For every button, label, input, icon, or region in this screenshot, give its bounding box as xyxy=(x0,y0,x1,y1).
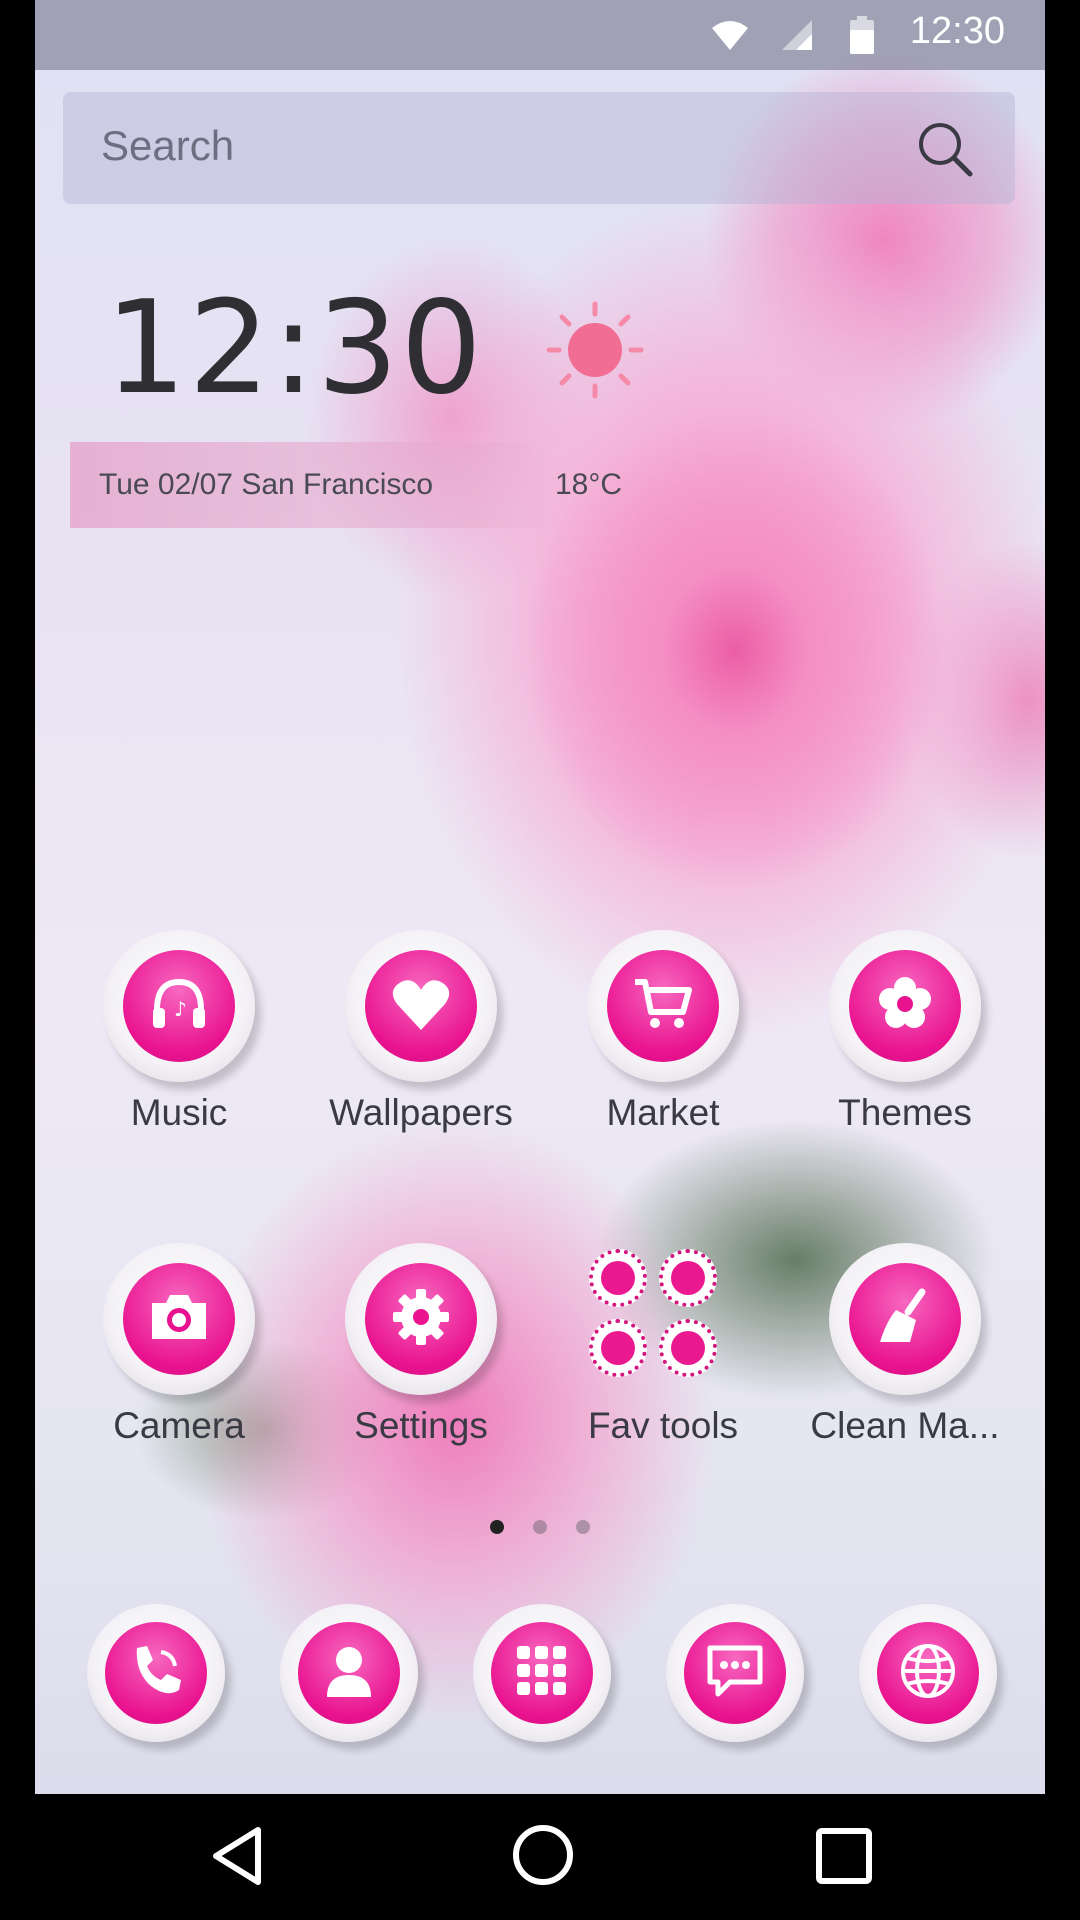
app-label: Settings xyxy=(354,1405,488,1446)
app-themes[interactable]: Themes xyxy=(795,930,1015,1134)
headphones-icon: ♪ xyxy=(147,972,211,1040)
folder-mini-icon xyxy=(589,1319,647,1377)
dock-contacts[interactable] xyxy=(280,1604,418,1742)
folder-mini-icon xyxy=(659,1249,717,1307)
app-fav-tools[interactable]: Fav tools xyxy=(553,1243,773,1447)
wifi-icon xyxy=(710,18,750,56)
dock-browser[interactable] xyxy=(859,1604,997,1742)
sun-icon[interactable] xyxy=(545,300,645,404)
messages-icon xyxy=(706,1644,764,1702)
music-bubble[interactable]: ♪ xyxy=(103,930,255,1082)
app-wallpapers[interactable]: Wallpapers xyxy=(311,930,531,1134)
gear-icon xyxy=(390,1286,452,1352)
browser-icon xyxy=(899,1642,957,1704)
search-bar[interactable]: Search xyxy=(63,92,1015,204)
market-bubble[interactable] xyxy=(587,930,739,1082)
app-camera[interactable]: Camera xyxy=(69,1243,289,1447)
app-drawer-icon xyxy=(515,1644,569,1702)
cart-icon xyxy=(633,976,693,1036)
folder-icon[interactable] xyxy=(587,1243,739,1395)
dock-messages[interactable] xyxy=(666,1604,804,1742)
battery-icon xyxy=(850,16,874,58)
app-label: Camera xyxy=(113,1405,245,1446)
app-market[interactable]: Market xyxy=(553,930,773,1134)
app-label: Themes xyxy=(838,1092,972,1133)
clean-bubble[interactable] xyxy=(829,1243,981,1395)
search-icon[interactable] xyxy=(915,119,975,183)
app-label: Fav tools xyxy=(587,1405,739,1446)
app-label: Clean Ma... xyxy=(810,1405,1000,1446)
recents-icon[interactable] xyxy=(814,1826,874,1890)
app-settings[interactable]: Settings xyxy=(311,1243,531,1447)
page-indicator-dot[interactable] xyxy=(533,1520,547,1534)
app-clean-master[interactable]: Clean Ma... xyxy=(795,1243,1015,1447)
camera-icon xyxy=(148,1291,210,1347)
status-bar: 12:30 xyxy=(35,0,1045,70)
status-time: 12:30 xyxy=(909,10,1005,52)
themes-bubble[interactable] xyxy=(829,930,981,1082)
camera-bubble[interactable] xyxy=(103,1243,255,1395)
dock-phone[interactable] xyxy=(87,1604,225,1742)
flower-icon xyxy=(875,974,935,1038)
page-indicator-dot[interactable] xyxy=(576,1520,590,1534)
date-location: Tue 02/07 San Francisco xyxy=(99,468,434,501)
app-label: Market xyxy=(606,1092,720,1133)
search-input[interactable]: Search xyxy=(101,122,234,170)
folder-mini-icon xyxy=(659,1319,717,1377)
home-icon[interactable] xyxy=(510,1822,576,1892)
contacts-icon xyxy=(321,1643,377,1703)
phone-icon xyxy=(127,1642,185,1704)
home-screen: 12:30 Search 12:30 Tue 02/07 San Francis… xyxy=(35,0,1045,1794)
heart-icon xyxy=(391,976,451,1036)
clock-time[interactable]: 12:30 xyxy=(105,285,484,413)
navigation-bar xyxy=(0,1794,1080,1920)
page-indicator-dot-active[interactable] xyxy=(490,1520,504,1534)
temperature: 18°C xyxy=(555,468,623,501)
dock-app-drawer[interactable] xyxy=(473,1604,611,1742)
folder-mini-icon xyxy=(589,1249,647,1307)
signal-icon xyxy=(780,18,814,56)
broom-icon xyxy=(874,1286,936,1352)
app-music[interactable]: ♪ Music xyxy=(69,930,289,1134)
settings-bubble[interactable] xyxy=(345,1243,497,1395)
app-label: Music xyxy=(130,1092,228,1133)
svg-text:♪: ♪ xyxy=(174,997,187,1021)
wallpapers-bubble[interactable] xyxy=(345,930,497,1082)
app-label: Wallpapers xyxy=(329,1092,513,1133)
back-icon[interactable] xyxy=(208,1824,268,1892)
